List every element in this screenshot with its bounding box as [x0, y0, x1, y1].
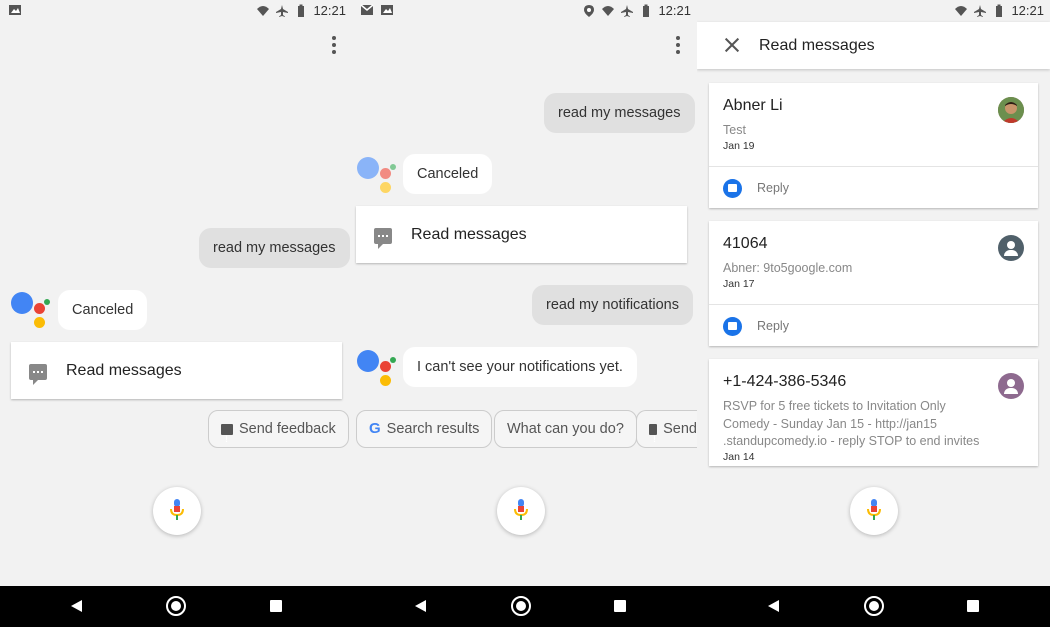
message-preview: Abner: 9to5google.com — [723, 261, 853, 275]
card-label: Read messages — [66, 362, 182, 379]
user-query-bubble: read my messages — [544, 93, 695, 133]
assistant-reply-bubble: Canceled — [58, 290, 148, 330]
clock: 12:21 — [658, 3, 691, 18]
message-sender: 41064 — [723, 235, 768, 252]
mic-button[interactable] — [497, 487, 545, 535]
battery-icon — [643, 4, 650, 17]
recents-icon[interactable] — [967, 600, 979, 612]
chip-label: Search results — [386, 421, 480, 437]
messages-app-icon — [723, 179, 742, 198]
recents-icon[interactable] — [614, 600, 626, 612]
message-sender: Abner Li — [723, 97, 783, 114]
navigation-bar — [0, 586, 1050, 627]
assistant-reply-bubble: Canceled — [403, 154, 493, 194]
battery-icon — [298, 4, 305, 17]
wifi-icon — [602, 5, 615, 16]
airplane-icon — [974, 4, 987, 17]
assistant-screen-1: 12:21 read my messages Canceled Read mes… — [0, 0, 352, 586]
message-date: Jan 14 — [723, 451, 755, 463]
back-icon[interactable] — [415, 600, 426, 612]
message-card[interactable]: 41064 Abner: 9to5google.com Jan 17 Reply — [709, 221, 1038, 346]
status-bar: 12:21 — [352, 0, 697, 22]
mic-button[interactable] — [850, 487, 898, 535]
home-icon[interactable] — [166, 596, 186, 616]
back-icon[interactable] — [71, 600, 82, 612]
clock: 12:21 — [313, 3, 346, 18]
read-messages-card[interactable]: Read messages — [356, 206, 687, 263]
feedback-icon — [221, 421, 233, 457]
person-icon — [998, 373, 1024, 399]
message-card[interactable]: +1-424-386-5346 RSVP for 5 free tickets … — [709, 359, 1038, 466]
home-icon[interactable] — [864, 596, 884, 616]
airplane-icon — [276, 4, 289, 17]
location-icon — [584, 4, 595, 17]
mic-icon — [514, 499, 528, 520]
assistant-logo-icon — [11, 292, 55, 332]
reply-label: Reply — [757, 319, 789, 333]
message-date: Jan 19 — [723, 140, 755, 152]
card-label: Read messages — [411, 226, 527, 243]
reply-button[interactable]: Reply — [709, 166, 1038, 208]
page-title: Read messages — [759, 37, 875, 54]
reply-label: Reply — [757, 181, 789, 195]
message-card[interactable]: Abner Li Test Jan 19 Reply — [709, 83, 1038, 208]
avatar — [998, 97, 1024, 123]
assistant-logo-icon — [357, 350, 401, 390]
read-messages-screen: 12:21 Read messages Abner Li Test Jan 19… — [697, 0, 1050, 586]
user-query-bubble: read my notifications — [532, 285, 693, 325]
gmail-icon — [360, 4, 374, 15]
assistant-reply-bubble: I can't see your notifications yet. — [403, 347, 637, 387]
clock: 12:21 — [1011, 3, 1044, 18]
chip-label: Send feedback — [239, 421, 336, 437]
mic-icon — [867, 499, 881, 520]
reply-button[interactable]: Reply — [709, 304, 1038, 346]
image-notification-icon — [381, 5, 393, 15]
home-icon[interactable] — [511, 596, 531, 616]
wifi-icon — [955, 5, 968, 16]
read-messages-card[interactable]: Read messages — [11, 342, 342, 399]
airplane-icon — [621, 4, 634, 17]
message-preview: Test — [723, 123, 746, 137]
wifi-icon — [257, 5, 270, 16]
user-query-bubble: read my messages — [199, 228, 350, 268]
status-bar: 12:21 — [0, 0, 352, 22]
message-date: Jan 17 — [723, 278, 755, 290]
chip-label: What can you do? — [507, 421, 624, 437]
message-preview-line: RSVP for 5 free tickets to Invitation On… — [723, 399, 946, 413]
message-sender: +1-424-386-5346 — [723, 373, 847, 390]
person-icon — [998, 235, 1024, 261]
send-feedback-chip[interactable]: Send feedback — [208, 410, 349, 457]
what-can-you-do-chip[interactable]: What can you do? — [494, 410, 637, 448]
battery-icon — [996, 4, 1003, 17]
assistant-screen-2: 12:21 read my messages Canceled Read mes… — [352, 0, 697, 586]
message-preview-line: Comedy - Sunday Jan 15 - http://jan15 — [723, 416, 938, 431]
mic-button[interactable] — [153, 487, 201, 535]
status-bar: 12:21 — [697, 0, 1050, 22]
google-icon: G — [369, 420, 381, 437]
overflow-menu-icon[interactable] — [324, 33, 344, 57]
feedback-icon — [649, 421, 658, 447]
back-icon[interactable] — [768, 600, 779, 612]
send-feedback-chip[interactable]: Send — [636, 410, 697, 448]
messages-app-icon — [723, 317, 742, 336]
close-icon[interactable] — [724, 37, 740, 53]
message-preview-line: .standupcomedy.io - reply STOP to end in… — [723, 434, 980, 448]
app-bar: Read messages — [697, 22, 1050, 69]
assistant-logo-icon — [357, 157, 401, 197]
search-results-chip[interactable]: G Search results — [356, 410, 493, 448]
mic-icon — [170, 499, 184, 520]
chip-label: Send — [663, 421, 697, 437]
overflow-menu-icon[interactable] — [668, 33, 688, 57]
image-notification-icon — [9, 5, 21, 15]
recents-icon[interactable] — [270, 600, 282, 612]
